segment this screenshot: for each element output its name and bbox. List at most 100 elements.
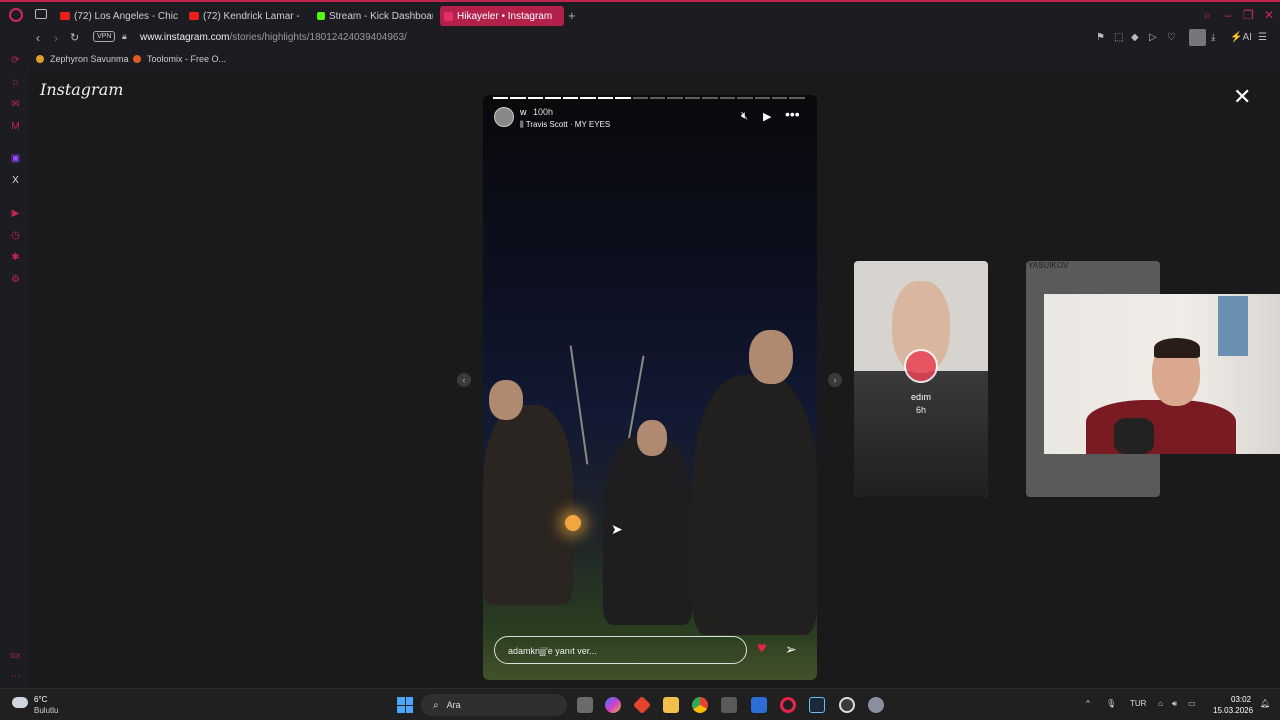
reload-icon[interactable]: ↻ — [70, 31, 79, 44]
previous-story-icon[interactable]: ‹ — [457, 373, 471, 387]
notifications-icon[interactable]: 🔔︎ — [1260, 699, 1270, 708]
bookmark-zephyron[interactable]: Zephyron Savunma — [36, 54, 129, 64]
progress-segment — [737, 97, 753, 99]
settings-app-icon[interactable] — [868, 697, 884, 713]
clock-date[interactable]: 15.03.2026 — [1213, 706, 1253, 715]
music-icon[interactable]: M — [10, 121, 21, 132]
progress-segment — [580, 97, 596, 99]
messenger-icon[interactable]: ✉ — [10, 99, 21, 110]
next-story-preview[interactable]: edım 6h — [854, 261, 988, 497]
minimize-icon[interactable]: – — [1225, 8, 1232, 22]
more-icon[interactable]: ⋯ — [10, 671, 21, 682]
back-icon[interactable]: ‹ — [36, 31, 40, 45]
volume-icon[interactable]: 🔊︎ — [1172, 699, 1177, 709]
story-music[interactable]: ⫼ Travis Scott · MY EYES — [520, 120, 610, 130]
new-tab-plus-icon[interactable]: + — [568, 8, 576, 23]
kick-icon — [317, 12, 325, 20]
microphone-icon[interactable]: 🎙︎ — [1106, 699, 1116, 708]
twitch-icon[interactable]: ▣ — [10, 153, 21, 164]
player-icon[interactable]: ▷ — [1149, 32, 1157, 43]
send-icon[interactable]: ➢ — [785, 641, 797, 658]
play-icon[interactable]: ▶ — [763, 110, 771, 123]
bookmark-label: Zephyron Savunma — [50, 54, 129, 64]
tab-los-angeles[interactable]: (72) Los Angeles - Chicago — [56, 6, 178, 26]
extensions-icon[interactable]: ✱ — [10, 252, 21, 263]
instagram-logo[interactable]: Instagram — [40, 80, 123, 99]
mail-icon[interactable] — [751, 697, 767, 713]
progress-segment — [789, 97, 805, 99]
player-sidebar-icon[interactable]: ▶ — [10, 208, 21, 219]
tab-instagram-stories[interactable]: Hikayeler • Instagram — [440, 6, 564, 26]
taskbar-search[interactable]: ⌕ Ara — [421, 694, 567, 716]
webcam-poster — [1218, 296, 1248, 356]
easy-setup-menu-icon[interactable]: ☰ — [1258, 32, 1267, 43]
mute-icon[interactable]: 🔇︎ — [741, 110, 748, 123]
download-icon[interactable]: ⤓ — [1211, 32, 1215, 43]
snapshot-icon[interactable]: ⬚ — [1114, 32, 1123, 43]
history-icon[interactable]: ◷ — [10, 230, 21, 241]
obs-icon[interactable] — [839, 697, 855, 713]
steam-icon[interactable] — [809, 697, 825, 713]
next-story-icon[interactable]: › — [828, 373, 842, 387]
network-icon[interactable]: ⌂ — [1158, 699, 1163, 708]
progress-segment — [632, 97, 648, 99]
webcam-microphone — [1114, 418, 1154, 454]
browser-sidebar: ⟳ ⌂ ✉ M ▣ X ▶ ◷ ✱ ⚙ GX ⋯ — [0, 48, 30, 688]
preview-username: edım — [910, 392, 931, 402]
language-indicator[interactable]: TUR — [1130, 699, 1146, 708]
x-twitter-icon[interactable]: X — [10, 175, 21, 186]
weather-cloud-icon[interactable] — [12, 697, 28, 708]
bookmarks-bar: Zephyron Savunma Toolomix - Free O... — [0, 48, 1280, 70]
progress-segment — [702, 97, 718, 99]
git-app-icon[interactable] — [632, 695, 652, 715]
battery-icon[interactable]: ▭ — [1188, 699, 1196, 708]
opera-gx-icon[interactable] — [780, 697, 796, 713]
close-story-icon[interactable]: ✕ — [1233, 84, 1251, 110]
aria-ai-button[interactable]: ⚡AI — [1230, 32, 1252, 43]
copilot-icon[interactable] — [605, 697, 621, 713]
url-field[interactable]: www.instagram.com/stories/highlights/180… — [140, 32, 407, 43]
weather-temp[interactable]: 6°C — [34, 695, 47, 704]
file-explorer-icon[interactable] — [663, 697, 679, 713]
windows-start-icon[interactable] — [397, 697, 413, 713]
gx-label[interactable]: GX — [10, 651, 21, 662]
lantern-light — [565, 515, 581, 531]
weather-condition[interactable]: Bulutlu — [34, 706, 58, 715]
progress-segment — [510, 97, 526, 99]
profile-avatar[interactable] — [1189, 29, 1206, 46]
reply-input[interactable]: adamknjjj'e yanıt ver... — [494, 636, 747, 664]
task-view-icon[interactable] — [577, 697, 593, 713]
preview-time: 6h — [915, 405, 926, 415]
gx-corner-icon[interactable]: ⌂ — [10, 77, 21, 88]
chrome-icon[interactable] — [692, 697, 708, 713]
tab-kendrick-lamar[interactable]: (72) Kendrick Lamar - Cou — [185, 6, 303, 26]
opera-logo-icon[interactable] — [9, 8, 23, 22]
more-options-icon[interactable]: ••• — [785, 106, 800, 122]
story-card[interactable]: w 100h ⫼ Travis Scott · MY EYES 🔇︎ ▶ •••… — [483, 95, 817, 680]
gx-control-icon[interactable]: ⟳ — [10, 55, 21, 66]
like-heart-icon[interactable]: ♥ — [757, 640, 767, 658]
search-tabs-icon[interactable]: ⌕ — [1204, 8, 1211, 23]
tray-expand-icon[interactable]: ^ — [1086, 699, 1090, 708]
maximize-icon[interactable]: ❐ — [1243, 8, 1254, 22]
story-username[interactable]: w — [520, 107, 527, 117]
store-icon[interactable] — [721, 697, 737, 713]
bookmark-favicon-icon — [133, 55, 141, 63]
bookmark-icon[interactable]: ⚑ — [1096, 32, 1105, 43]
tab-kick-dashboard[interactable]: Stream - Kick Dashboard — [313, 6, 433, 26]
progress-segment — [667, 97, 683, 99]
clock-time[interactable]: 03:02 — [1231, 695, 1251, 704]
lock-icon[interactable]: 🔒︎ — [122, 31, 127, 42]
story-user-avatar[interactable] — [494, 107, 514, 127]
heart-icon[interactable]: ♡ — [1167, 32, 1176, 43]
ai-label: AI — [1242, 32, 1252, 43]
forward-icon[interactable]: › — [54, 31, 58, 45]
preview-2-text: YASUIKOV — [1028, 261, 1069, 270]
settings-icon[interactable]: ⚙ — [10, 274, 21, 285]
tab-manager-icon[interactable] — [35, 9, 47, 19]
close-window-icon[interactable]: ✕ — [1264, 8, 1274, 22]
adblock-shield-icon[interactable]: ◆ — [1131, 32, 1139, 43]
bookmark-toolomix[interactable]: Toolomix - Free O... — [133, 54, 226, 64]
tab-label: Hikayeler • Instagram — [457, 10, 553, 22]
vpn-badge[interactable]: VPN — [93, 31, 116, 42]
